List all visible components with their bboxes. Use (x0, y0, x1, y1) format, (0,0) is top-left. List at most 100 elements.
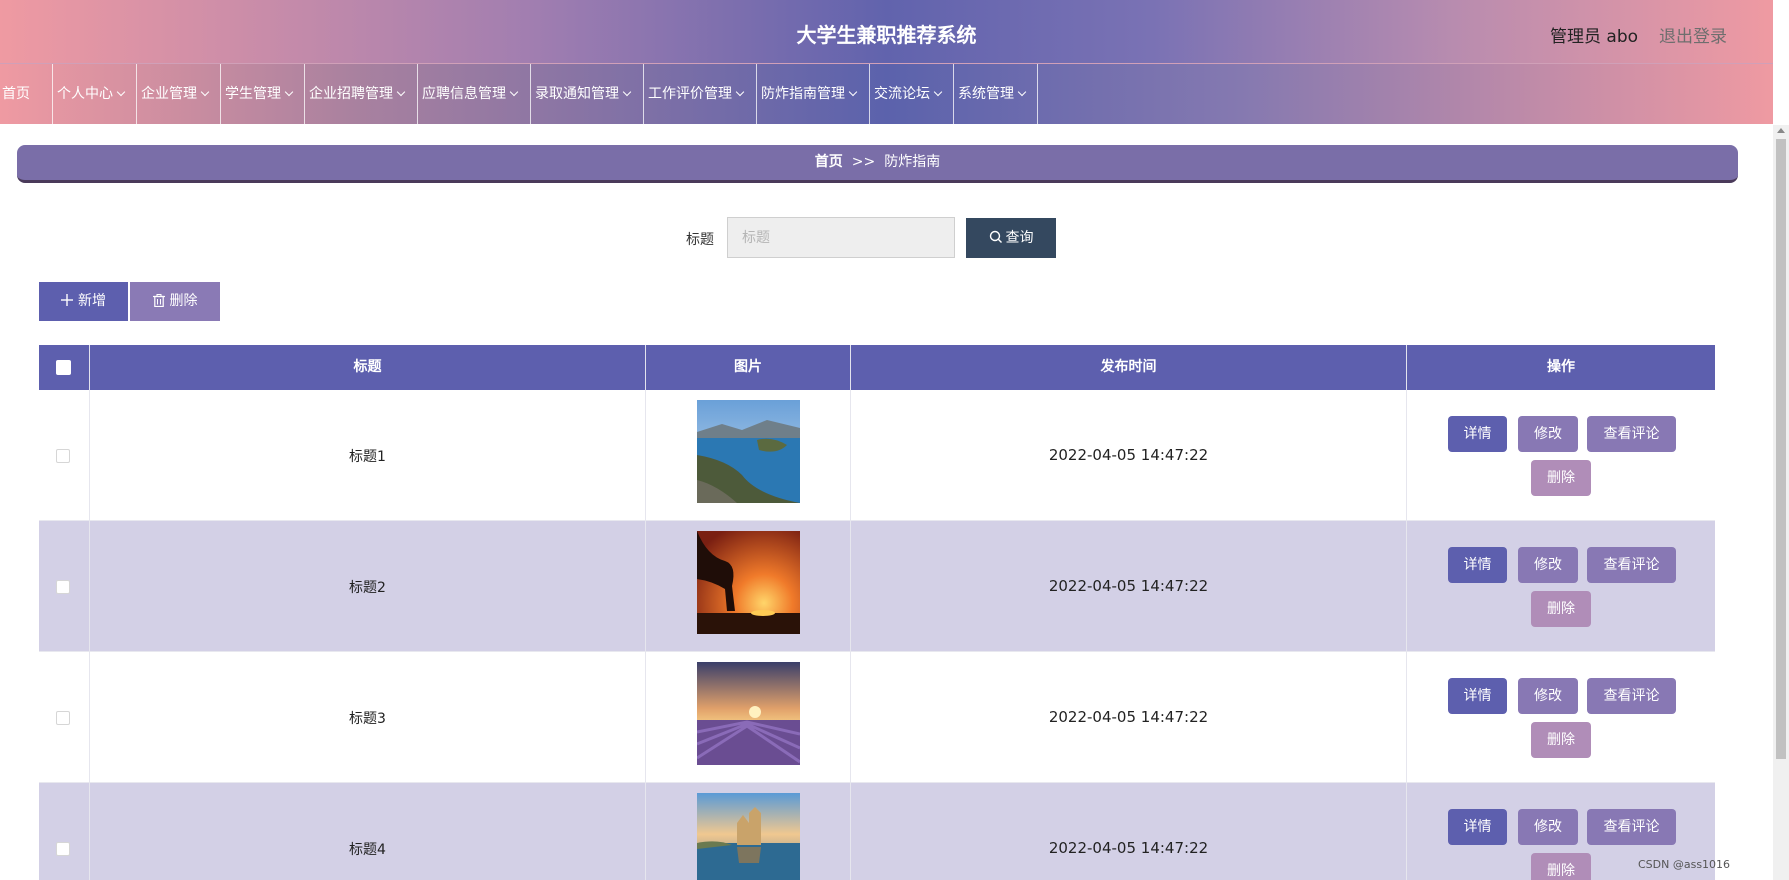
current-user: 管理员 abo (1550, 27, 1639, 47)
scrollbar-thumb[interactable] (1776, 139, 1786, 759)
castle-water-photo[interactable] (697, 793, 800, 880)
detail-button[interactable]: 详情 (1448, 416, 1507, 452)
row-checkbox[interactable] (56, 580, 70, 594)
row-title: 标题2 (349, 580, 386, 596)
view-comments-button[interactable]: 查看评论 (1587, 547, 1676, 583)
nav-label: 应聘信息管理 (422, 86, 506, 102)
edit-button[interactable]: 修改 (1518, 547, 1578, 583)
title-cell: 标题1 (90, 390, 646, 521)
top-header: 大学生兼职推荐系统 管理员 abo 退出登录 (0, 0, 1773, 63)
delete-button[interactable]: 删除 (1531, 722, 1591, 758)
nav-item-admission-notice[interactable]: 录取通知管理 (531, 64, 644, 124)
time-cell: 2022-04-05 14:47:22 (851, 521, 1407, 652)
table-row: 标题1 2022-04-05 14:47:22 详情 修改 查看评论 删除 (39, 390, 1715, 521)
nav-label: 工作评价管理 (648, 86, 732, 102)
edit-button[interactable]: 修改 (1518, 678, 1578, 714)
title-cell: 标题4 (90, 783, 646, 880)
row-publish-time: 2022-04-05 14:47:22 (1048, 839, 1209, 857)
detail-button[interactable]: 详情 (1448, 809, 1507, 845)
row-select-cell (39, 521, 90, 652)
nav-item-company[interactable]: 企业管理 (137, 64, 221, 124)
breadcrumb-home[interactable]: 首页 (815, 154, 843, 170)
image-cell (646, 783, 851, 880)
view-comments-button[interactable]: 查看评论 (1587, 678, 1676, 714)
select-all-checkbox[interactable] (56, 360, 71, 375)
logout-link[interactable]: 退出登录 (1659, 22, 1727, 47)
edit-button[interactable]: 修改 (1518, 416, 1578, 452)
nav-item-recruitment[interactable]: 企业招聘管理 (305, 64, 418, 124)
trash-icon (152, 294, 165, 308)
nav-item-work-review[interactable]: 工作评价管理 (644, 64, 757, 124)
delete-button[interactable]: 删除 (1531, 460, 1591, 496)
bulk-delete-label: 删除 (169, 293, 198, 309)
row-publish-time: 2022-04-05 14:47:22 (1048, 708, 1209, 726)
plus-icon (61, 294, 73, 306)
add-button[interactable]: 新增 (39, 282, 128, 321)
nav-label: 个人中心 (57, 86, 113, 102)
main-nav: 首页 个人中心 企业管理 学生管理 企业招聘管理 应聘信息管理 录取通知管理 工… (0, 63, 1773, 124)
search-label: 标题 (686, 232, 714, 248)
actions-cell: 详情 修改 查看评论 删除 (1407, 521, 1715, 652)
column-header-actions: 操作 (1547, 359, 1575, 375)
watermark-text: CSDN @ass1016 (1638, 858, 1731, 871)
select-all-cell (39, 345, 90, 390)
column-header-image: 图片 (646, 345, 851, 390)
row-checkbox[interactable] (56, 842, 70, 856)
table-row: 标题2 2022-04-05 14:47:22 详情 修改 查看评论 删除 (39, 521, 1715, 652)
view-comments-button[interactable]: 查看评论 (1587, 809, 1676, 845)
row-title: 标题1 (349, 449, 386, 465)
chevron-down-icon (116, 87, 126, 97)
nav-label: 企业管理 (141, 86, 197, 102)
row-select-cell (39, 783, 90, 880)
site-title: 大学生兼职推荐系统 (796, 23, 977, 47)
detail-button[interactable]: 详情 (1448, 678, 1507, 714)
view-comments-button[interactable]: 查看评论 (1587, 416, 1676, 452)
scroll-up-arrow-icon[interactable] (1777, 128, 1785, 133)
nav-label: 录取通知管理 (535, 86, 619, 102)
row-checkbox[interactable] (56, 711, 70, 725)
nav-label: 防炸指南管理 (761, 86, 845, 102)
search-button-label: 查询 (1005, 230, 1034, 246)
image-cell (646, 521, 851, 652)
row-select-cell (39, 652, 90, 783)
chevron-down-icon (848, 87, 858, 97)
breadcrumb-current: 防炸指南 (884, 154, 941, 170)
table-header: 标题 图片 发布时间 操作 (39, 345, 1715, 390)
lavender-field-photo[interactable] (697, 662, 800, 765)
actions-cell: 详情 修改 查看评论 删除 (1407, 390, 1715, 521)
detail-button[interactable]: 详情 (1448, 547, 1507, 583)
nav-item-home[interactable]: 首页 (0, 64, 53, 124)
delete-button[interactable]: 删除 (1531, 853, 1591, 880)
sunset-tree-photo[interactable] (697, 531, 800, 634)
add-button-label: 新增 (78, 293, 106, 309)
nav-item-system[interactable]: 系统管理 (954, 64, 1038, 124)
row-title: 标题4 (349, 842, 386, 858)
nav-item-applications[interactable]: 应聘信息管理 (418, 64, 531, 124)
delete-button[interactable]: 删除 (1531, 591, 1591, 627)
title-search-input[interactable] (727, 217, 955, 258)
title-cell: 标题3 (90, 652, 646, 783)
nav-label: 学生管理 (225, 86, 281, 102)
chevron-down-icon (200, 87, 210, 97)
nav-label: 首页 (2, 86, 30, 102)
row-checkbox[interactable] (56, 449, 70, 463)
chevron-down-icon (396, 87, 406, 97)
time-cell: 2022-04-05 14:47:22 (851, 652, 1407, 783)
table-row: 标题4 2022-04-05 14:47:22 详情 修改 查看评论 删除 (39, 783, 1715, 880)
column-header-title: 标题 (90, 345, 646, 390)
page-scrollbar[interactable] (1773, 125, 1789, 880)
edit-button[interactable]: 修改 (1518, 809, 1578, 845)
nav-item-forum[interactable]: 交流论坛 (870, 64, 954, 124)
bulk-delete-button[interactable]: 删除 (130, 282, 220, 321)
time-cell: 2022-04-05 14:47:22 (851, 783, 1407, 880)
nav-item-students[interactable]: 学生管理 (221, 64, 305, 124)
row-publish-time: 2022-04-05 14:47:22 (1048, 577, 1209, 595)
nav-item-guide[interactable]: 防炸指南管理 (757, 64, 870, 124)
nav-item-profile[interactable]: 个人中心 (53, 64, 137, 124)
breadcrumb: 首页 >> 防炸指南 (17, 145, 1738, 183)
search-button[interactable]: 查询 (966, 218, 1056, 258)
lake-coastline-photo[interactable] (697, 400, 800, 503)
table-row: 标题3 2022-04-05 14:47:22 详情 修改 查看评论 删除 (39, 652, 1715, 783)
title-cell: 标题2 (90, 521, 646, 652)
chevron-down-icon (735, 87, 745, 97)
